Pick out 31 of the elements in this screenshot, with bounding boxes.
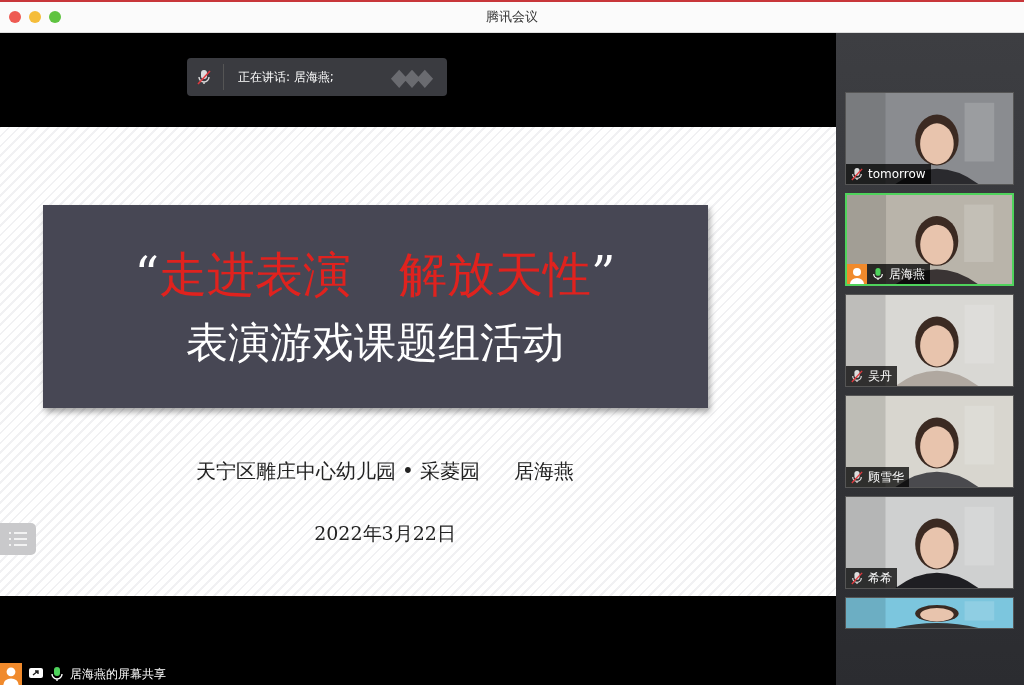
user-icon — [0, 663, 22, 685]
participant-name: 居海燕 — [889, 265, 925, 283]
close-button[interactable] — [9, 11, 21, 23]
screen-share-icon — [28, 667, 44, 681]
speaking-text: 正在讲话: 居海燕; — [238, 68, 334, 86]
video-tile[interactable]: 顾雪华 — [845, 395, 1014, 488]
mic-icon[interactable] — [872, 267, 884, 281]
screen-share-label: 居海燕的屏幕共享 — [70, 665, 166, 683]
video-tile[interactable]: tomorrow — [845, 92, 1014, 185]
author-name: 居海燕 — [514, 458, 575, 485]
participant-name: tomorrow — [868, 167, 926, 181]
participant-name: 吴丹 — [868, 367, 892, 385]
slide-date: 2022年3月22日 — [314, 521, 456, 546]
video-tile[interactable]: 居海燕 — [845, 193, 1014, 286]
author-line: 天宁区雕庄中心幼儿园 • 采菱园 — [195, 458, 481, 485]
video-tile[interactable]: 吴丹 — [845, 294, 1014, 387]
mic-icon[interactable] — [50, 666, 64, 682]
muted-mic-icon[interactable] — [851, 369, 863, 383]
participant-name: 希希 — [868, 569, 892, 587]
quote-mark: ” — [591, 245, 616, 302]
list-icon — [8, 531, 28, 547]
slide-title: 走进表演 解放天性 — [159, 244, 591, 304]
video-tile[interactable]: 希希 — [845, 496, 1014, 589]
muted-mic-icon[interactable] — [197, 69, 211, 85]
slide-subtitle: 表演游戏课题组活动 — [186, 316, 564, 369]
muted-mic-icon[interactable] — [851, 571, 863, 585]
quote-mark: “ — [134, 245, 159, 302]
participant-name: 顾雪华 — [868, 468, 904, 486]
window-title: 腾讯会议 — [486, 8, 538, 26]
muted-mic-icon[interactable] — [851, 167, 863, 181]
muted-mic-icon[interactable] — [851, 470, 863, 484]
